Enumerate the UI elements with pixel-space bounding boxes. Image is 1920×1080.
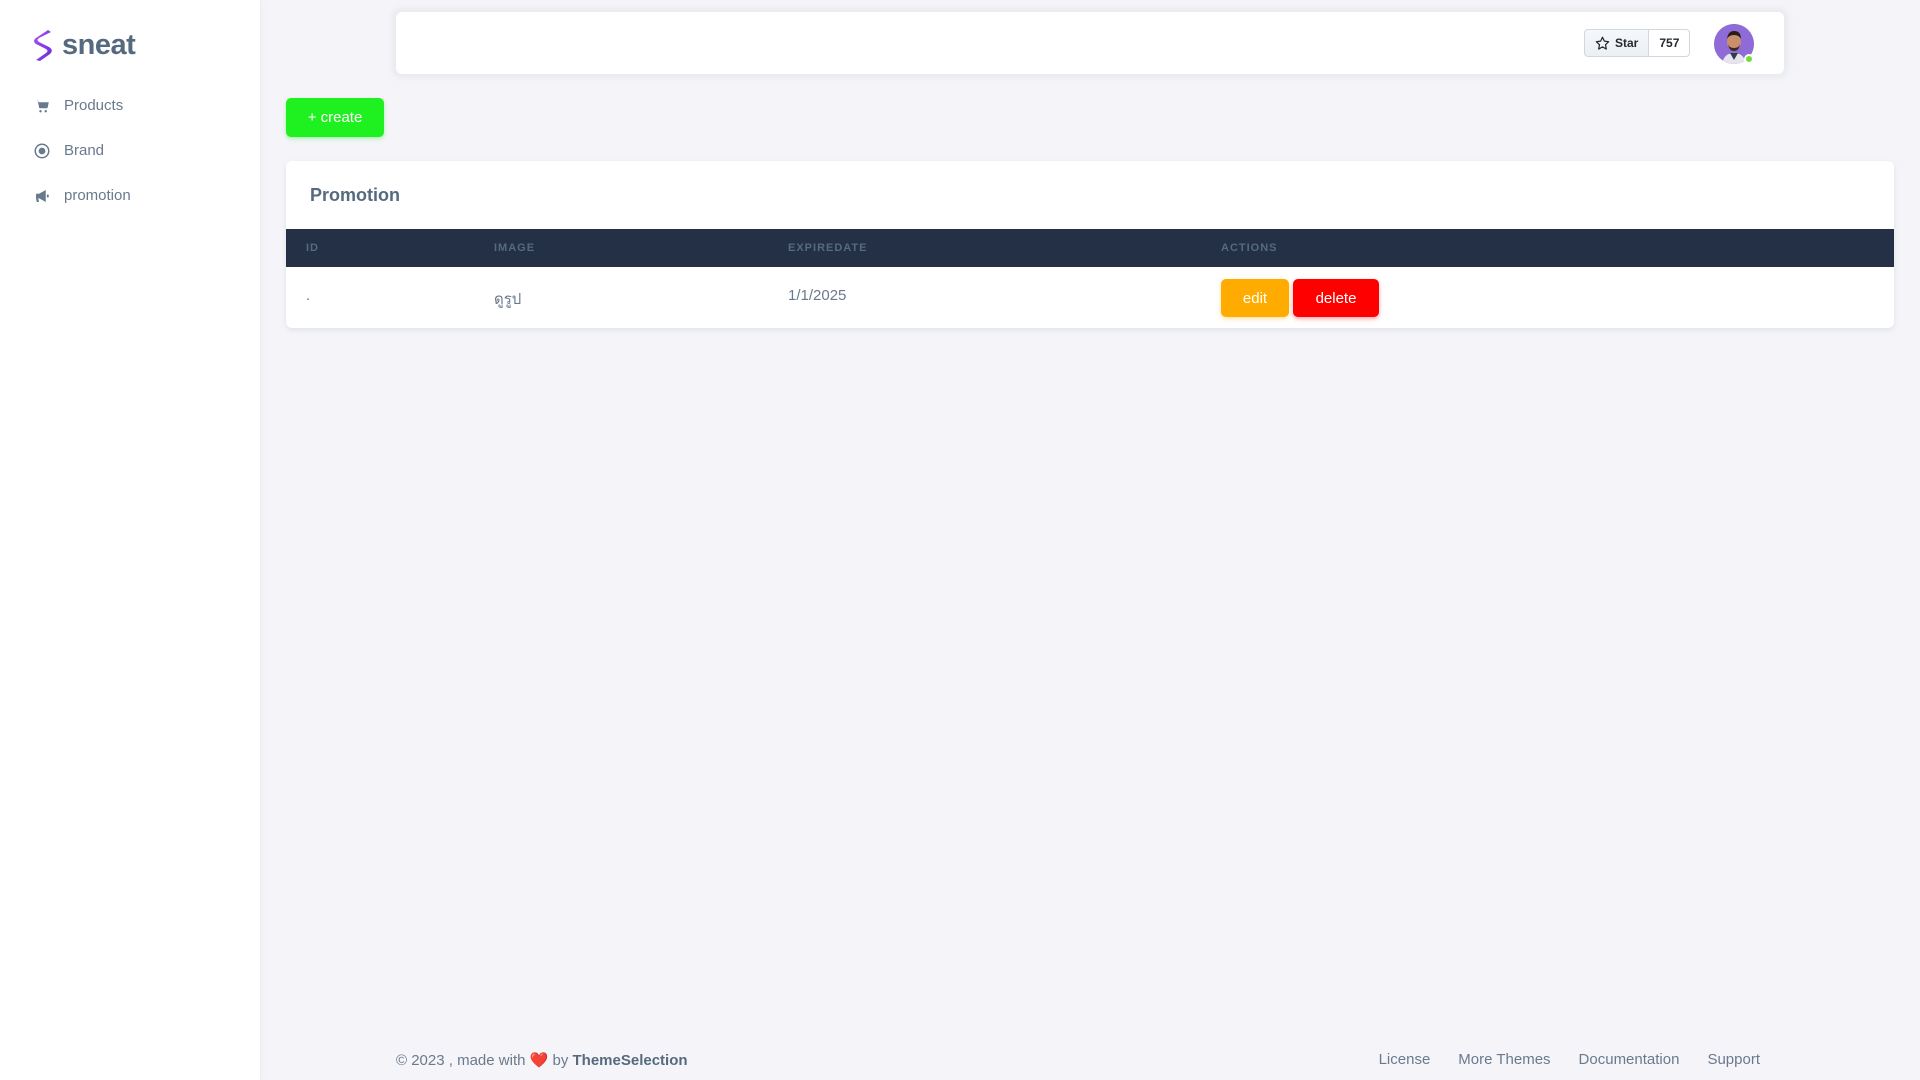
footer-link-license[interactable]: License — [1379, 1051, 1431, 1068]
sidebar-item-label: Brand — [64, 142, 105, 159]
heart-icon: ❤️ — [529, 1052, 549, 1069]
sidebar-item-products[interactable]: Products — [0, 83, 261, 128]
online-status-dot — [1744, 54, 1754, 64]
column-header-id: ID — [306, 242, 319, 254]
promotion-card: Promotion ID IMAGE EXPIREDATE ACTIONS . … — [286, 161, 1894, 328]
sidebar-item-promotion[interactable]: promotion — [0, 173, 261, 218]
github-star-count[interactable]: 757 — [1649, 29, 1691, 57]
delete-button[interactable]: delete — [1293, 279, 1379, 317]
view-image-link[interactable]: ดูรูป — [494, 287, 521, 311]
copyright-by: by — [552, 1052, 569, 1069]
column-header-image: IMAGE — [494, 242, 536, 254]
github-star-label: Star — [1615, 36, 1639, 50]
sidebar-item-label: promotion — [64, 187, 131, 204]
footer-links: License More Themes Documentation Suppor… — [1351, 1051, 1760, 1068]
brand-name: sneat — [62, 28, 136, 61]
table-header: ID IMAGE EXPIREDATE ACTIONS — [286, 229, 1894, 267]
cell-expiredate: 1/1/2025 — [788, 287, 847, 304]
sneat-logo-icon — [34, 30, 52, 61]
footer-link-documentation[interactable]: Documentation — [1579, 1051, 1680, 1068]
column-header-actions: ACTIONS — [1221, 242, 1278, 254]
footer-link-more-themes[interactable]: More Themes — [1458, 1051, 1550, 1068]
table-row: . ดูรูป 1/1/2025 edit delete — [286, 267, 1894, 328]
themeselection-link[interactable]: ThemeSelection — [573, 1052, 688, 1069]
brand-link[interactable]: sneat — [30, 28, 136, 62]
footer-link-support[interactable]: Support — [1707, 1051, 1760, 1068]
cell-id: . — [306, 287, 311, 304]
copyright-text: © 2023 , made with — [396, 1052, 526, 1069]
sidebar-menu: Products Brand promotion — [0, 83, 261, 218]
card-title: Promotion — [310, 185, 400, 205]
cart-icon — [32, 96, 52, 116]
star-icon — [1595, 36, 1610, 50]
edit-button[interactable]: edit — [1221, 279, 1289, 317]
github-star-widget: Star 757 — [1584, 29, 1691, 57]
sidebar-item-label: Products — [64, 97, 124, 114]
user-avatar[interactable] — [1714, 24, 1754, 64]
sidebar: sneat Products Brand promotion — [0, 0, 261, 1080]
top-navbar: Star 757 — [396, 12, 1784, 74]
sidebar-item-brand[interactable]: Brand — [0, 128, 261, 173]
megaphone-icon — [32, 186, 52, 206]
github-star-button[interactable]: Star — [1584, 29, 1650, 57]
footer-copyright: © 2023 , made with ❤️ by ThemeSelection — [396, 1051, 688, 1069]
column-header-expiredate: EXPIREDATE — [788, 242, 868, 254]
create-button[interactable]: + create — [286, 98, 384, 137]
target-icon — [32, 141, 52, 161]
